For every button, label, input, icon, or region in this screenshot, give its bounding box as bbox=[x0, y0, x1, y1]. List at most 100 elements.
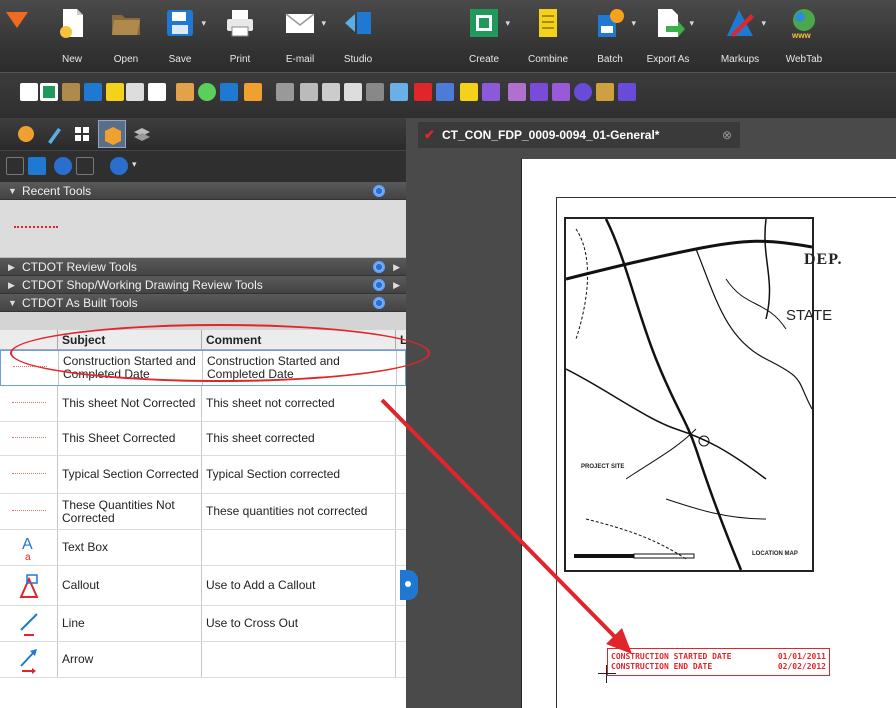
gear-icon[interactable] bbox=[372, 296, 386, 310]
add-tool-icon[interactable] bbox=[54, 157, 72, 175]
gear-icon[interactable] bbox=[372, 260, 386, 274]
section-ctdot-shop-tools[interactable]: ▶ CTDOT Shop/Working Drawing Review Tool… bbox=[0, 276, 406, 294]
angle-icon[interactable] bbox=[596, 83, 614, 101]
section-recent-tools[interactable]: ▼ Recent Tools bbox=[0, 182, 406, 200]
column-comment[interactable]: Comment bbox=[202, 330, 396, 350]
folder-icon[interactable] bbox=[62, 83, 80, 101]
print-button[interactable]: Print bbox=[214, 4, 266, 68]
redo-icon[interactable] bbox=[276, 83, 294, 101]
chevron-down-icon[interactable]: ▾ bbox=[505, 18, 510, 29]
new-icon[interactable] bbox=[20, 83, 38, 101]
chevron-down-icon[interactable]: ▾ bbox=[761, 18, 766, 29]
compare-icon[interactable] bbox=[198, 83, 216, 101]
new-button[interactable]: New bbox=[46, 4, 98, 68]
layers-tab-icon[interactable] bbox=[128, 120, 156, 148]
table-row[interactable]: This Sheet Corrected This sheet corrected bbox=[0, 422, 406, 456]
chevron-down-icon[interactable]: ▾ bbox=[689, 18, 694, 29]
chevron-right-icon[interactable]: ▶ bbox=[8, 258, 15, 276]
document-tab[interactable]: ✔ CT_CON_FDP_0009-0094_01-General* ⊗ bbox=[418, 122, 740, 148]
expand-icon[interactable] bbox=[28, 157, 46, 175]
gear-icon[interactable] bbox=[372, 278, 386, 292]
column-subject[interactable]: Subject bbox=[58, 330, 202, 350]
undo-icon[interactable] bbox=[244, 83, 262, 101]
gear-icon[interactable] bbox=[110, 157, 128, 175]
construction-date-stamp[interactable]: CONSTRUCTION STARTED DATE 01/01/2011 CONS… bbox=[607, 648, 830, 676]
table-row[interactable]: Callout Use to Add a Callout bbox=[0, 566, 406, 606]
table-row[interactable]: These Quantities Not Corrected These quan… bbox=[0, 494, 406, 530]
as-built-tools-table: Subject Comment L Construction Started a… bbox=[0, 330, 406, 708]
combine-icon[interactable] bbox=[106, 83, 124, 101]
cut-icon[interactable] bbox=[300, 83, 318, 101]
table-row[interactable]: This sheet Not Corrected This sheet not c… bbox=[0, 386, 406, 422]
document-page[interactable]: PROJECT SITE LOCATION MAP DEP. STATE CON… bbox=[521, 159, 896, 708]
bookmark-icon[interactable] bbox=[552, 83, 570, 101]
envelope-icon[interactable] bbox=[148, 83, 166, 101]
collapse-icon[interactable] bbox=[6, 157, 24, 175]
envelope-icon bbox=[285, 13, 315, 33]
thumbnails-tab-icon[interactable] bbox=[12, 120, 40, 148]
svg-text:www: www bbox=[791, 31, 811, 40]
table-row[interactable]: Typical Section Corrected Typical Section… bbox=[0, 456, 406, 494]
studio-button[interactable]: Studio bbox=[332, 4, 384, 68]
app-menu-button[interactable] bbox=[6, 12, 28, 28]
chevron-down-icon[interactable]: ▼ bbox=[8, 294, 17, 312]
chevron-right-icon[interactable]: ▶ bbox=[393, 258, 400, 276]
check-icon[interactable] bbox=[220, 83, 238, 101]
stamp-icon[interactable] bbox=[414, 83, 432, 101]
email-button[interactable]: E-mail ▾ bbox=[274, 4, 326, 68]
quick-toolbar bbox=[0, 72, 896, 118]
chevron-down-icon[interactable]: ▾ bbox=[201, 18, 206, 29]
save-button[interactable]: Save ▾ bbox=[154, 4, 206, 68]
webtab-button[interactable]: www WebTab bbox=[778, 4, 830, 68]
table-row[interactable]: Line Use to Cross Out bbox=[0, 606, 406, 642]
table-row[interactable]: Aa Text Box bbox=[0, 530, 406, 566]
grid-tab-icon[interactable] bbox=[68, 120, 96, 148]
create-button[interactable]: Create ▾ bbox=[458, 4, 510, 68]
webtab-icon: www bbox=[791, 9, 815, 40]
chevron-down-icon[interactable]: ▼ bbox=[8, 182, 17, 200]
highlight-icon[interactable] bbox=[436, 83, 454, 101]
gear-icon[interactable] bbox=[372, 184, 386, 198]
polygon-icon[interactable] bbox=[574, 83, 592, 101]
combine-button[interactable]: Combine bbox=[522, 4, 574, 68]
recent-stamp-tool[interactable] bbox=[14, 226, 58, 230]
document-area: ✔ CT_CON_FDP_0009-0094_01-General* ⊗ PRO… bbox=[400, 118, 896, 708]
copy-icon[interactable] bbox=[322, 83, 340, 101]
pen-tab-icon[interactable] bbox=[40, 120, 68, 148]
table-row[interactable]: Construction Started and Completed Date C… bbox=[0, 350, 406, 386]
measure-icon[interactable] bbox=[618, 83, 636, 101]
paste-icon[interactable] bbox=[344, 83, 362, 101]
chevron-right-icon[interactable]: ▶ bbox=[393, 276, 400, 294]
close-icon[interactable]: ⊗ bbox=[722, 122, 732, 148]
tool-icon[interactable] bbox=[390, 83, 408, 101]
filter-icon[interactable] bbox=[76, 157, 94, 175]
package-icon[interactable] bbox=[176, 83, 194, 101]
chevron-right-icon[interactable]: ▶ bbox=[8, 276, 15, 294]
export-as-button[interactable]: Export As ▾ bbox=[642, 4, 694, 68]
pen-icon[interactable] bbox=[460, 83, 478, 101]
tool-chest-tab-icon[interactable] bbox=[98, 120, 126, 148]
chevron-down-icon[interactable]: ▾ bbox=[132, 159, 137, 170]
batch-button[interactable]: Batch ▾ bbox=[584, 4, 636, 68]
tool-comment: This sheet corrected bbox=[202, 422, 396, 455]
pencil-icon[interactable] bbox=[482, 83, 500, 101]
shape-icon[interactable] bbox=[530, 83, 548, 101]
section-ctdot-as-built-tools[interactable]: ▼ CTDOT As Built Tools bbox=[0, 294, 406, 312]
table-row[interactable]: Arrow bbox=[0, 642, 406, 678]
panel-splitter-handle[interactable] bbox=[400, 570, 418, 600]
delete-icon[interactable] bbox=[366, 83, 384, 101]
stamp-icon bbox=[0, 456, 58, 493]
combine-icon bbox=[539, 9, 557, 37]
create-icon[interactable] bbox=[40, 83, 58, 101]
printer-icon[interactable] bbox=[126, 83, 144, 101]
section-ctdot-review-tools[interactable]: ▶ CTDOT Review Tools ▶ bbox=[0, 258, 406, 276]
tool-subject: This sheet Not Corrected bbox=[58, 386, 202, 421]
eraser-icon[interactable] bbox=[508, 83, 526, 101]
chevron-down-icon[interactable]: ▾ bbox=[631, 18, 636, 29]
floppy-disk-icon[interactable] bbox=[84, 83, 102, 101]
column-extra[interactable]: L bbox=[396, 330, 406, 350]
markups-button[interactable]: Markups ▾ bbox=[714, 4, 766, 68]
chevron-down-icon[interactable]: ▾ bbox=[321, 18, 326, 29]
open-button[interactable]: Open bbox=[100, 4, 152, 68]
stamp-icon bbox=[0, 422, 58, 455]
